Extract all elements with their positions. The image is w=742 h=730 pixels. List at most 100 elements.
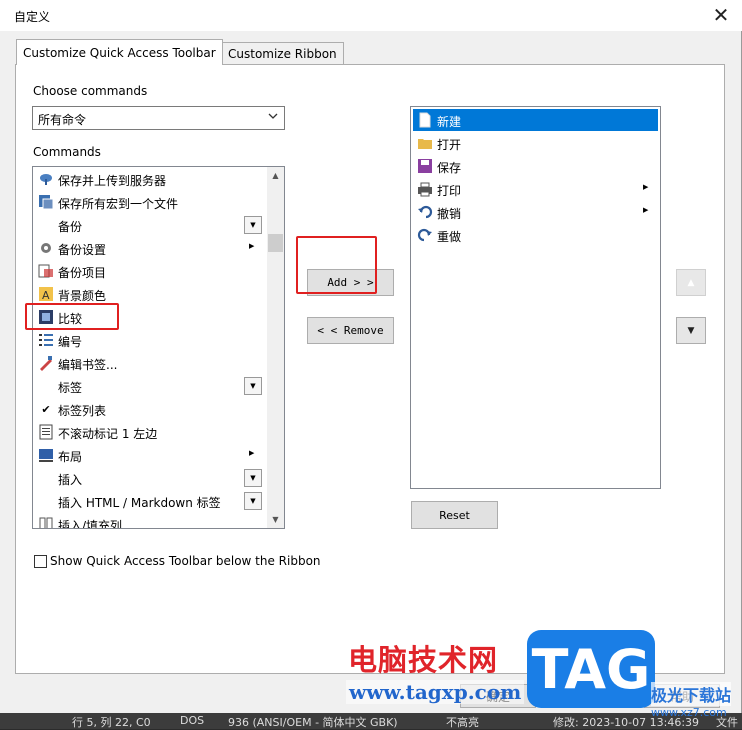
list-item[interactable]: 备份项目 bbox=[33, 260, 267, 283]
quick-access-toolbar-list[interactable]: 新建 打开 保存 打印 ▶ 撤销 ▶ 重做 bbox=[410, 106, 661, 489]
save-macros-icon bbox=[38, 194, 54, 210]
submenu-arrow-icon: ▶ bbox=[643, 206, 649, 214]
tab-label: Customize Ribbon bbox=[228, 47, 337, 61]
list-item[interactable]: 备份设置 ▶ bbox=[33, 237, 267, 260]
list-item-label: 插入/填充列 bbox=[58, 519, 123, 529]
watermark-headline: 电脑技术网 bbox=[348, 643, 499, 677]
watermark-url: www.tagxp.com bbox=[346, 680, 525, 704]
toolbar-item-label: 打开 bbox=[437, 138, 462, 152]
list-item[interactable]: 编号 bbox=[33, 329, 267, 352]
new-file-icon bbox=[417, 112, 433, 128]
choose-commands-value: 所有命令 bbox=[38, 113, 87, 127]
list-item-label: 备份设置 bbox=[58, 243, 107, 257]
commands-scrollbar[interactable]: ▲ ▼ bbox=[267, 167, 284, 528]
list-item-label: 不滚动标记 1 左边 bbox=[58, 427, 158, 441]
cloud-upload-icon bbox=[38, 171, 54, 187]
annotation-highlight-compare bbox=[25, 303, 119, 330]
list-item[interactable]: 标签 ▼ bbox=[33, 375, 267, 398]
save-icon bbox=[417, 158, 433, 174]
list-item-label: 布局 bbox=[58, 450, 83, 464]
status-bar: 行 5, 列 22, C0 DOS 936 (ANSI/OEM - 简体中文 G… bbox=[0, 713, 742, 729]
list-item[interactable]: 保存所有宏到一个文件 bbox=[33, 191, 267, 214]
annotation-highlight-add bbox=[296, 236, 377, 294]
chevron-down-icon bbox=[267, 110, 279, 125]
list-item-label: 标签 bbox=[58, 381, 83, 395]
toolbar-list-item[interactable]: 打印 ▶ bbox=[413, 178, 658, 200]
tab-customize-quick-access-toolbar[interactable]: Customize Quick Access Toolbar bbox=[16, 39, 223, 65]
status-encoding[interactable]: 936 (ANSI/OEM - 简体中文 GBK) bbox=[228, 714, 398, 730]
background-color-icon: A bbox=[38, 286, 54, 302]
no-scroll-mark-icon bbox=[38, 424, 54, 440]
list-item[interactable]: 编辑书签... bbox=[33, 352, 267, 375]
folder-open-icon bbox=[417, 135, 433, 151]
move-down-button[interactable]: ▼ bbox=[676, 317, 706, 344]
dropdown-button[interactable]: ▼ bbox=[244, 377, 262, 395]
toolbar-item-label: 保存 bbox=[437, 161, 462, 175]
list-item[interactable]: ✔ 标签列表 bbox=[33, 398, 267, 421]
show-below-ribbon-checkbox[interactable] bbox=[34, 555, 47, 568]
list-item[interactable]: 插入 ▼ bbox=[33, 467, 267, 490]
dialog-title: 自定义 bbox=[14, 10, 51, 24]
choose-commands-select[interactable]: 所有命令 bbox=[32, 106, 285, 130]
list-item[interactable]: 备份 ▼ bbox=[33, 214, 267, 237]
remove-button-label: < < Remove bbox=[317, 324, 384, 337]
print-icon bbox=[417, 181, 433, 197]
toolbar-list-item[interactable]: 撤销 ▶ bbox=[413, 201, 658, 223]
list-item-label: 插入 bbox=[58, 473, 83, 487]
insert-column-icon bbox=[38, 516, 54, 528]
undo-icon bbox=[417, 204, 433, 220]
list-item-label: 备份项目 bbox=[58, 266, 107, 280]
customize-dialog: 自定义 ✕ Customize Quick Access Toolbar Cus… bbox=[0, 0, 742, 713]
move-up-icon: ▲ bbox=[687, 277, 695, 288]
list-item-label: 插入 HTML / Markdown 标签 bbox=[58, 496, 221, 510]
reset-button-label: Reset bbox=[439, 508, 470, 522]
toolbar-item-label: 新建 bbox=[437, 115, 462, 129]
status-position: 行 5, 列 22, C0 bbox=[72, 716, 151, 729]
submenu-arrow-icon: ▶ bbox=[643, 183, 649, 191]
reset-button[interactable]: Reset bbox=[411, 501, 498, 529]
move-up-button[interactable]: ▲ bbox=[676, 269, 706, 296]
list-item-label: 背景颜色 bbox=[58, 289, 107, 303]
dropdown-button[interactable]: ▼ bbox=[244, 469, 262, 487]
list-item-label: 标签列表 bbox=[58, 404, 107, 418]
toolbar-item-label: 重做 bbox=[437, 230, 462, 244]
list-item-label: 保存并上传到服务器 bbox=[58, 174, 167, 188]
scroll-up-arrow-icon[interactable]: ▲ bbox=[267, 167, 284, 184]
list-item[interactable]: 不滚动标记 1 左边 bbox=[33, 421, 267, 444]
list-item[interactable]: 保存并上传到服务器 bbox=[33, 168, 267, 191]
toolbar-item-label: 打印 bbox=[437, 184, 462, 198]
backup-project-icon bbox=[38, 263, 54, 279]
check-icon: ✔ bbox=[41, 402, 51, 416]
list-item-label: 编辑书签... bbox=[58, 358, 118, 372]
list-item[interactable]: 插入/填充列 bbox=[33, 513, 267, 529]
edit-bookmark-icon bbox=[38, 355, 54, 371]
scroll-down-arrow-icon[interactable]: ▼ bbox=[267, 511, 284, 528]
status-highlight[interactable]: 不高亮 bbox=[446, 714, 479, 730]
watermark-logo: TAG bbox=[527, 630, 655, 708]
toolbar-item-label: 撤销 bbox=[437, 207, 462, 221]
toolbar-list-item[interactable]: 重做 bbox=[413, 224, 658, 246]
list-item-label: 保存所有宏到一个文件 bbox=[58, 197, 179, 211]
commands-list[interactable]: 保存并上传到服务器 保存所有宏到一个文件 备份 ▼ 备份设置 ▶ 备份项目 A … bbox=[32, 166, 285, 529]
numbering-icon bbox=[38, 332, 54, 348]
dropdown-button[interactable]: ▼ bbox=[244, 492, 262, 510]
toolbar-list-item[interactable]: 新建 bbox=[413, 109, 658, 131]
watermark-site: 极光下载站 bbox=[651, 682, 732, 706]
commands-label: Commands bbox=[33, 145, 101, 159]
choose-commands-label: Choose commands bbox=[33, 84, 148, 98]
scroll-thumb[interactable] bbox=[268, 234, 283, 252]
list-item-label: 备份 bbox=[58, 220, 83, 234]
list-item[interactable]: 布局 ▶ bbox=[33, 444, 267, 467]
close-icon[interactable]: ✕ bbox=[710, 3, 732, 27]
tab-customize-ribbon[interactable]: Customize Ribbon bbox=[221, 42, 344, 65]
status-line-ending: DOS bbox=[180, 714, 205, 727]
toolbar-list-item[interactable]: 打开 bbox=[413, 132, 658, 154]
remove-button[interactable]: < < Remove bbox=[307, 317, 394, 344]
svg-text:A: A bbox=[42, 289, 50, 302]
move-down-icon: ▼ bbox=[687, 325, 695, 336]
list-item[interactable]: 插入 HTML / Markdown 标签 ▼ bbox=[33, 490, 267, 513]
submenu-arrow-icon: ▶ bbox=[249, 242, 255, 250]
tab-label: Customize Quick Access Toolbar bbox=[23, 45, 216, 60]
dropdown-button[interactable]: ▼ bbox=[244, 216, 262, 234]
toolbar-list-item[interactable]: 保存 bbox=[413, 155, 658, 177]
